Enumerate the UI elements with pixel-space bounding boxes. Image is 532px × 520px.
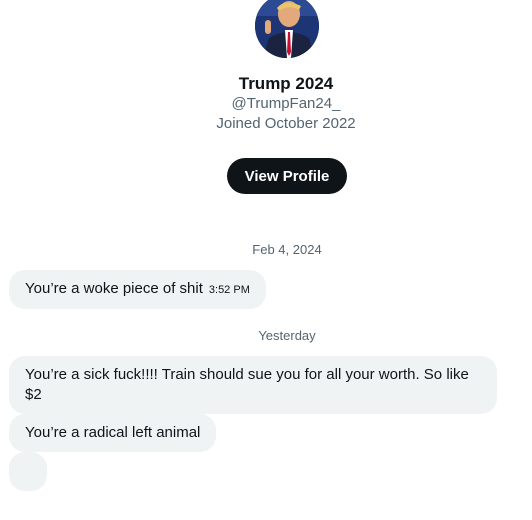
- profile-handle: @TrumpFan24_: [231, 95, 341, 112]
- dm-conversation: Trump 2024 @TrumpFan24_ Joined October 2…: [0, 0, 532, 520]
- message-timestamp: 3:52 PM: [208, 284, 250, 296]
- message-bubble[interactable]: You’re a sick fuck!!!! Train should sue …: [9, 356, 497, 414]
- message-bubble[interactable]: [9, 452, 47, 491]
- message-text: You’re a woke piece of shit: [25, 280, 203, 297]
- message-text: You’re a radical left animal: [25, 424, 201, 441]
- profile-avatar[interactable]: [255, 0, 319, 58]
- date-separator: Feb 4, 2024: [252, 242, 322, 257]
- view-profile-button[interactable]: View Profile: [227, 158, 347, 194]
- avatar-image: [255, 0, 319, 58]
- message-text: You’re a sick fuck!!!! Train should sue …: [25, 366, 469, 403]
- date-separator: Yesterday: [258, 328, 316, 343]
- message-bubble[interactable]: You’re a woke piece of shit 3:52 PM: [9, 270, 266, 309]
- profile-display-name: Trump 2024: [238, 74, 334, 93]
- profile-joined-date: Joined October 2022: [216, 115, 356, 132]
- message-bubble[interactable]: You’re a radical left animal: [9, 414, 217, 452]
